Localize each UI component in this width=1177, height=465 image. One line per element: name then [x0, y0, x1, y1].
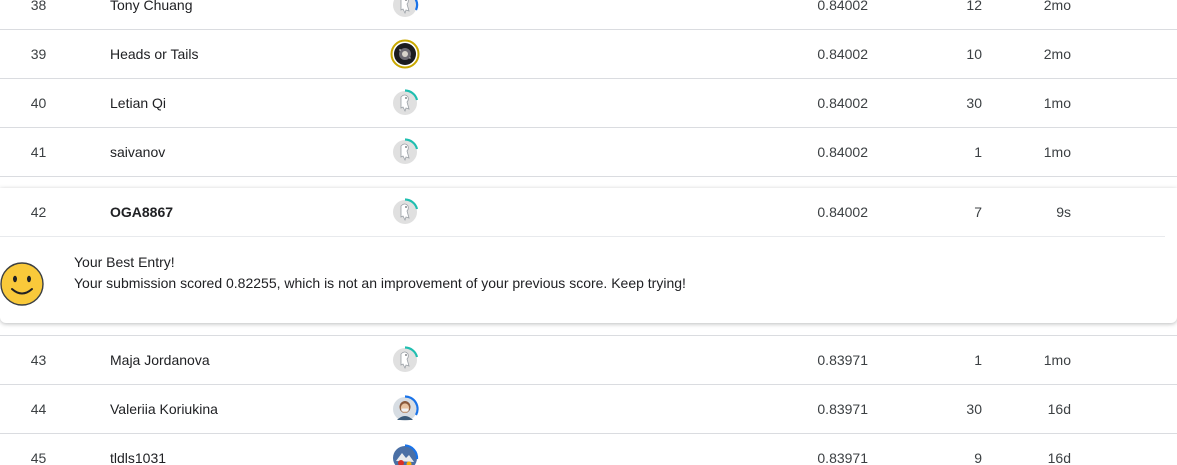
avatar[interactable] — [389, 128, 421, 176]
avatar[interactable] — [389, 336, 421, 384]
galaxy-avatar-icon — [390, 39, 420, 69]
avatar[interactable] — [389, 79, 421, 127]
team-name-link[interactable]: Valeriia Koriukina — [110, 385, 218, 433]
score-cell: 0.83971 — [817, 450, 868, 465]
entries-cell: 12 — [966, 0, 982, 13]
score-cell: 0.84002 — [817, 204, 868, 220]
entries-cell: 9 — [974, 450, 982, 465]
team-name-link[interactable]: Maja Jordanova — [110, 336, 210, 384]
rank-cell: 42 — [30, 204, 47, 220]
own-entry-row: 42 OGA8867 0.84002 7 9s — [0, 188, 1165, 237]
rank-cell: 45 — [30, 450, 47, 465]
rank-cell: 41 — [30, 144, 47, 160]
entries-cell: 30 — [966, 401, 982, 417]
score-cell: 0.84002 — [817, 95, 868, 111]
divider — [0, 176, 1177, 177]
team-name-link[interactable]: tldls1031 — [110, 434, 166, 465]
table-row: 38 Tony Chuang 0.84002 12 2mo — [0, 0, 1177, 30]
avatar[interactable] — [389, 30, 421, 78]
team-name-link[interactable]: OGA8867 — [110, 188, 173, 236]
team-name-link[interactable]: Tony Chuang — [110, 0, 193, 29]
last-submission-cell: 16d — [1047, 401, 1071, 417]
score-cell: 0.84002 — [817, 46, 868, 62]
avatar[interactable] — [389, 434, 421, 465]
entries-cell: 1 — [974, 144, 982, 160]
avatar[interactable] — [389, 0, 421, 29]
table-row: 41 saivanov 0.84002 1 1mo — [0, 128, 1177, 177]
score-cell: 0.83971 — [817, 401, 868, 417]
table-row: 44 Valeriia Koriukina 0.83971 30 16d — [0, 385, 1177, 434]
smiley-face-icon — [0, 262, 44, 306]
colorful-avatar-icon — [393, 444, 419, 465]
rank-cell: 40 — [30, 95, 47, 111]
team-name-link[interactable]: Letian Qi — [110, 79, 166, 127]
table-row: 40 Letian Qi 0.84002 30 1mo — [0, 79, 1177, 128]
penguin-avatar-icon — [393, 89, 419, 115]
entries-cell: 10 — [966, 46, 982, 62]
rank-cell: 44 — [30, 401, 47, 417]
last-submission-cell: 1mo — [1043, 352, 1071, 368]
last-submission-cell: 16d — [1047, 450, 1071, 465]
rank-cell: 43 — [30, 352, 47, 368]
entries-cell: 7 — [974, 204, 982, 220]
last-submission-cell: 9s — [1056, 204, 1071, 220]
penguin-avatar-icon — [393, 0, 419, 17]
last-submission-cell: 2mo — [1043, 46, 1071, 62]
penguin-avatar-icon — [393, 138, 419, 164]
last-submission-cell: 2mo — [1043, 0, 1071, 13]
team-name-link[interactable]: Heads or Tails — [110, 30, 198, 78]
score-cell: 0.84002 — [817, 144, 868, 160]
penguin-avatar-icon — [393, 346, 419, 372]
last-submission-cell: 1mo — [1043, 95, 1071, 111]
entries-cell: 30 — [966, 95, 982, 111]
table-row: 43 Maja Jordanova 0.83971 1 1mo — [0, 336, 1177, 385]
best-entry-title: Your Best Entry! — [74, 254, 175, 270]
own-entry-panel: 42 OGA8867 0.84002 7 9s Your Best Entry!… — [0, 188, 1177, 323]
table-row: 45 tldls1031 0.83971 9 16d — [0, 434, 1177, 465]
score-cell: 0.84002 — [817, 0, 868, 13]
team-name-link[interactable]: saivanov — [110, 128, 165, 176]
score-cell: 0.83971 — [817, 352, 868, 368]
rank-cell: 38 — [30, 0, 47, 13]
avatar[interactable] — [389, 188, 421, 236]
table-row: 39 Heads or Tails 0.84002 10 2mo — [0, 30, 1177, 79]
rank-cell: 39 — [30, 46, 47, 62]
best-entry-text: Your submission scored 0.82255, which is… — [74, 275, 686, 291]
last-submission-cell: 1mo — [1043, 144, 1071, 160]
penguin-avatar-icon — [393, 198, 419, 224]
entries-cell: 1 — [974, 352, 982, 368]
avatar[interactable] — [389, 385, 421, 433]
person-avatar-icon — [393, 395, 419, 421]
leaderboard: 38 Tony Chuang 0.84002 12 2mo 39 Heads o… — [0, 0, 1177, 465]
